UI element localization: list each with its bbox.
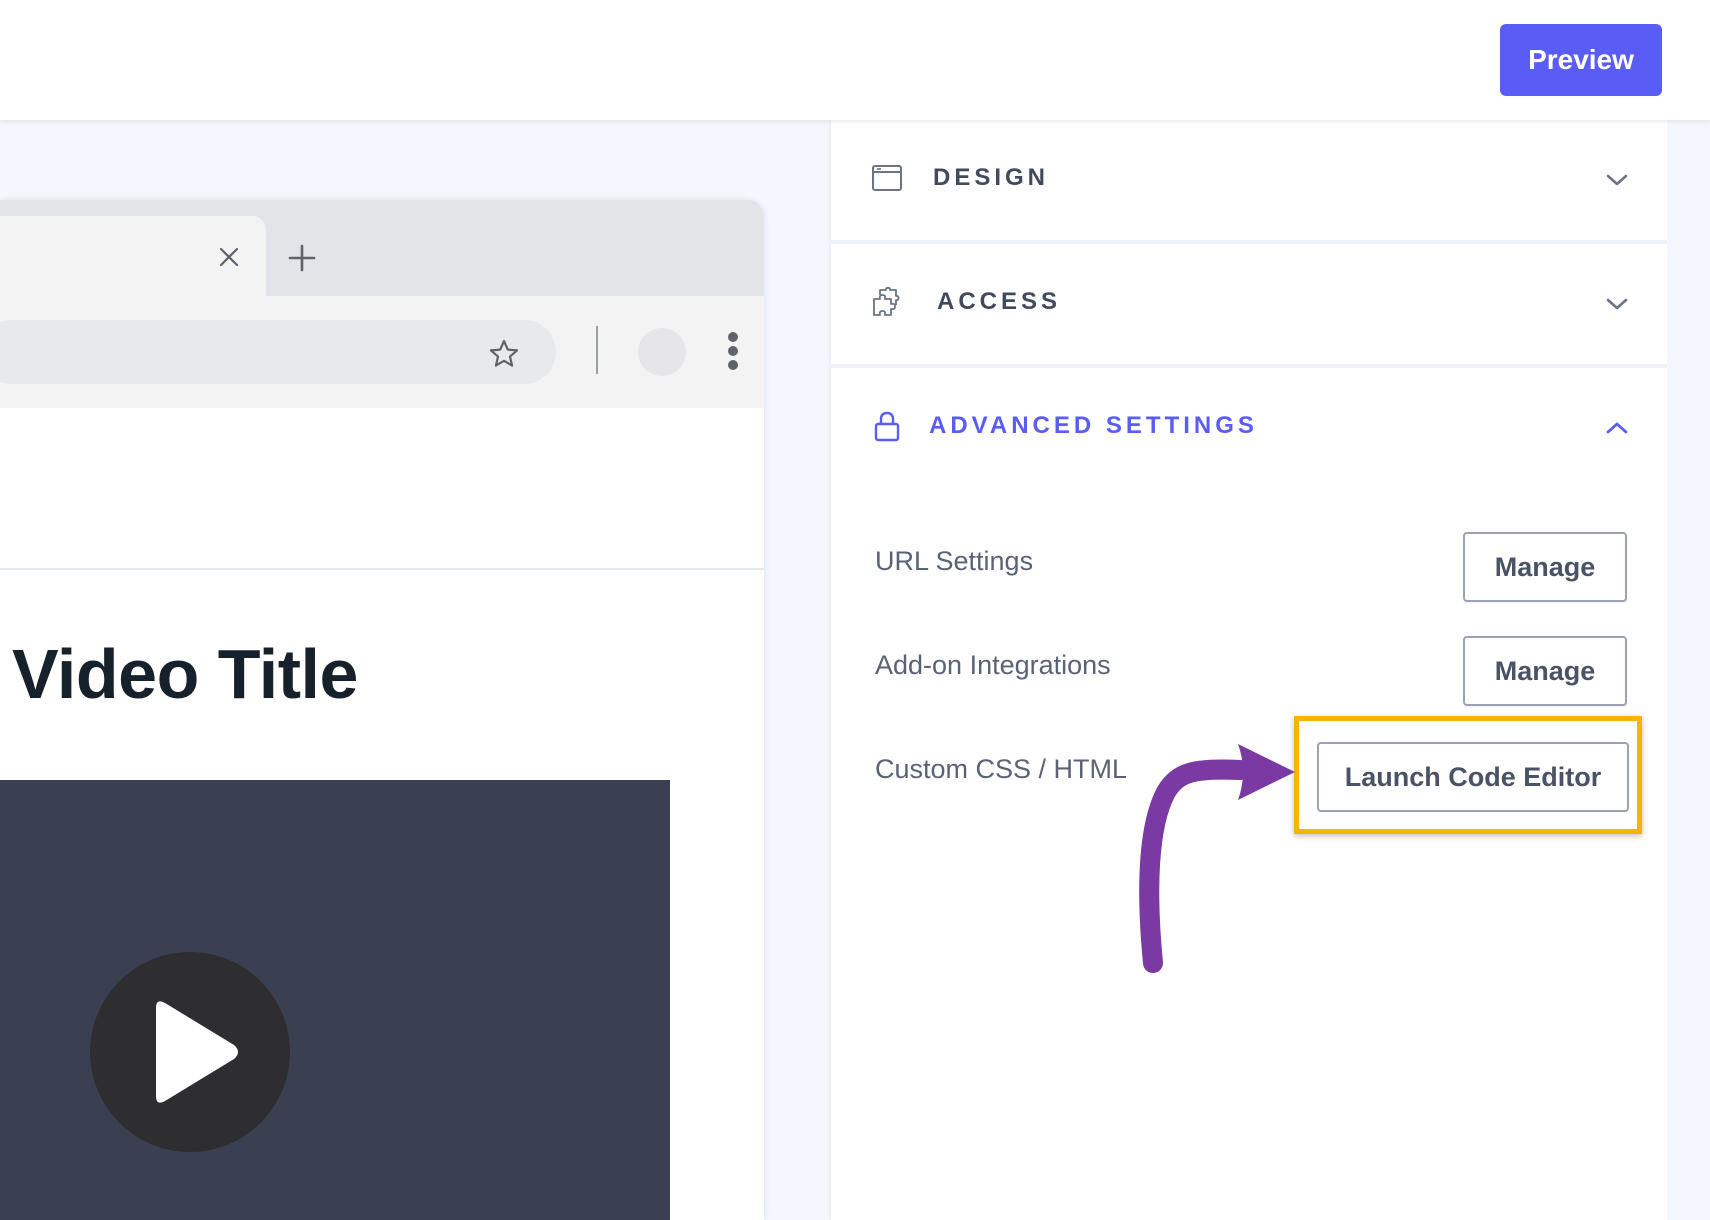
close-icon[interactable] bbox=[210, 238, 248, 276]
top-bar: Preview bbox=[0, 0, 1710, 120]
lock-icon bbox=[869, 408, 905, 444]
section-access[interactable]: ACCESS bbox=[831, 244, 1667, 368]
browser-tab-strip bbox=[0, 200, 764, 296]
chevron-up-icon[interactable] bbox=[1601, 412, 1633, 444]
chevron-down-icon[interactable] bbox=[1601, 164, 1633, 196]
arrow-annotation bbox=[1139, 744, 1295, 973]
custom-css-html-label: Custom CSS / HTML bbox=[875, 754, 1128, 784]
address-bar[interactable] bbox=[0, 320, 556, 384]
section-label: DESIGN bbox=[933, 164, 1050, 191]
profile-avatar[interactable] bbox=[638, 328, 686, 376]
play-icon[interactable] bbox=[90, 952, 290, 1152]
addon-integrations-label: Add-on Integrations bbox=[875, 650, 1111, 680]
addon-integrations-manage-button[interactable]: Manage bbox=[1463, 636, 1627, 706]
video-title: Video Title bbox=[12, 635, 358, 713]
kebab-menu-icon[interactable] bbox=[716, 326, 750, 376]
url-settings-label: URL Settings bbox=[875, 546, 1034, 576]
video-player[interactable] bbox=[0, 780, 670, 1220]
star-icon[interactable] bbox=[484, 334, 524, 374]
highlight-frame: Launch Code Editor bbox=[1294, 716, 1642, 834]
browser-window-icon bbox=[869, 160, 905, 196]
section-design[interactable]: DESIGN bbox=[831, 120, 1667, 244]
page-body: Video Title bbox=[0, 570, 764, 1220]
browser-tab[interactable] bbox=[0, 216, 266, 296]
page-header bbox=[0, 408, 764, 570]
toolbar-divider bbox=[596, 326, 598, 374]
right-gutter bbox=[1667, 120, 1710, 1220]
section-advanced-settings[interactable]: ADVANCED SETTINGS bbox=[831, 368, 1667, 488]
launch-code-editor-button[interactable]: Launch Code Editor bbox=[1317, 742, 1629, 812]
section-label: ADVANCED SETTINGS bbox=[929, 412, 1258, 439]
browser-mockup: Video Title bbox=[0, 200, 764, 1220]
plus-icon[interactable] bbox=[280, 236, 324, 280]
settings-sidebar: DESIGN ACCESS ADVANCED SETTINGS URL Sett… bbox=[831, 120, 1667, 1220]
section-label: ACCESS bbox=[937, 288, 1062, 315]
browser-toolbar bbox=[0, 296, 764, 408]
chevron-down-icon[interactable] bbox=[1601, 288, 1633, 320]
preview-button[interactable]: Preview bbox=[1500, 24, 1662, 96]
puzzle-piece-icon bbox=[869, 284, 905, 320]
url-settings-manage-button[interactable]: Manage bbox=[1463, 532, 1627, 602]
